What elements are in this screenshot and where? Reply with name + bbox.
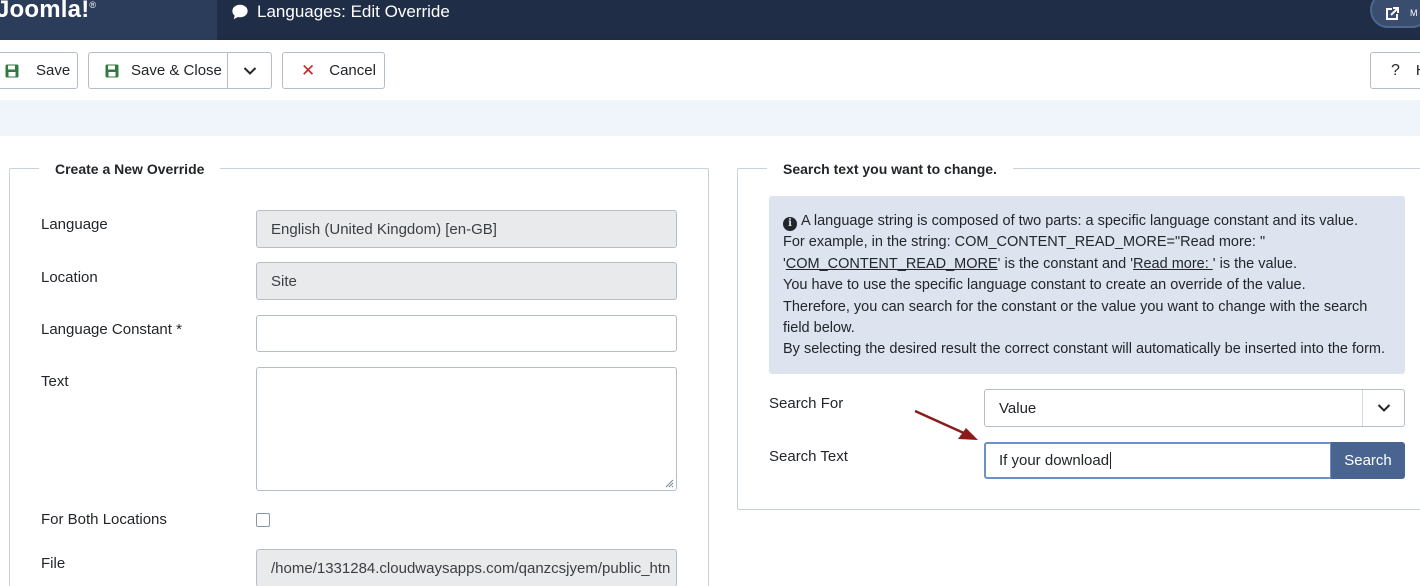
cancel-label: Cancel (329, 62, 376, 79)
save-options-dropdown-button[interactable] (227, 52, 272, 89)
floppy-disk-icon (105, 64, 119, 78)
info-line-5: Therefore, you can search for the consta… (783, 298, 1368, 337)
location-field: Site (256, 262, 677, 300)
info-box: iA language string is composed of two pa… (769, 196, 1405, 374)
external-link-icon[interactable] (1382, 4, 1402, 24)
search-legend: Search text you want to change. (767, 159, 1013, 179)
user-menu[interactable]: M (1370, 0, 1420, 28)
value-example: Read more: (1133, 255, 1213, 272)
chevron-down-icon (243, 66, 256, 75)
toolbar: Save Save & Close ✕ Cancel ? H (0, 40, 1420, 100)
search-for-value: Value (999, 399, 1037, 417)
search-text-label: Search Text (769, 448, 848, 465)
brand-area[interactable]: Joomla!® (0, 0, 217, 40)
file-label: File (41, 555, 66, 572)
constant-example: COM_CONTENT_READ_MORE (785, 255, 998, 272)
page-title: Languages: Edit Override (231, 0, 450, 24)
info-line-4: You have to use the specific language co… (783, 277, 1306, 294)
search-for-select[interactable]: Value (984, 389, 1405, 427)
search-text-input[interactable]: If your download (984, 442, 1332, 479)
info-line-6: By selecting the desired result the corr… (783, 341, 1386, 358)
language-label: Language (41, 216, 108, 233)
page-title-text: Languages: Edit Override (257, 2, 450, 21)
save-close-label: Save & Close (131, 62, 222, 79)
annotation-arrow-icon (914, 409, 978, 440)
info-line-2: For example, in the string: COM_CONTENT_… (783, 234, 1266, 251)
chevron-down-icon (1362, 390, 1404, 426)
help-label: H (1416, 62, 1420, 79)
location-label: Location (41, 269, 98, 286)
search-for-label: Search For (769, 395, 844, 412)
close-icon: ✕ (301, 60, 316, 80)
text-label: Text (41, 373, 69, 390)
help-button[interactable]: ? H (1370, 52, 1420, 89)
save-label: Save (36, 62, 71, 79)
save-button[interactable]: Save (0, 52, 78, 89)
floppy-disk-icon (5, 64, 19, 78)
create-override-legend: Create a New Override (39, 159, 221, 179)
user-initials: M (1410, 8, 1418, 18)
resize-handle-icon[interactable] (664, 478, 674, 488)
language-constant-input[interactable] (256, 315, 677, 352)
cancel-button[interactable]: ✕ Cancel (282, 52, 385, 89)
joomla-logo[interactable]: Joomla!® (0, 0, 96, 24)
language-constant-label: Language Constant * (41, 321, 182, 338)
app-header: Joomla!® Languages: Edit Override M (0, 0, 1420, 40)
save-close-button[interactable]: Save & Close (88, 52, 228, 89)
search-button[interactable]: Search (1331, 442, 1405, 479)
language-field: English (United Kingdom) [en-GB] (256, 210, 677, 248)
toolbar-subbar (0, 100, 1420, 136)
question-icon: ? (1391, 61, 1400, 79)
info-circle-icon: i (783, 217, 797, 231)
info-line-1: iA language string is composed of two pa… (783, 211, 1391, 232)
comment-icon (232, 4, 248, 20)
info-line-3: 'COM_CONTENT_READ_MORE' is the constant … (783, 255, 1297, 272)
file-field: /home/1331284.cloudwaysapps.com/qanzcsjy… (256, 549, 677, 586)
both-locations-checkbox[interactable] (256, 513, 270, 527)
text-textarea[interactable] (256, 367, 677, 491)
text-cursor (1110, 452, 1112, 469)
both-locations-label: For Both Locations (41, 511, 167, 528)
search-text-value: If your download (999, 452, 1110, 469)
